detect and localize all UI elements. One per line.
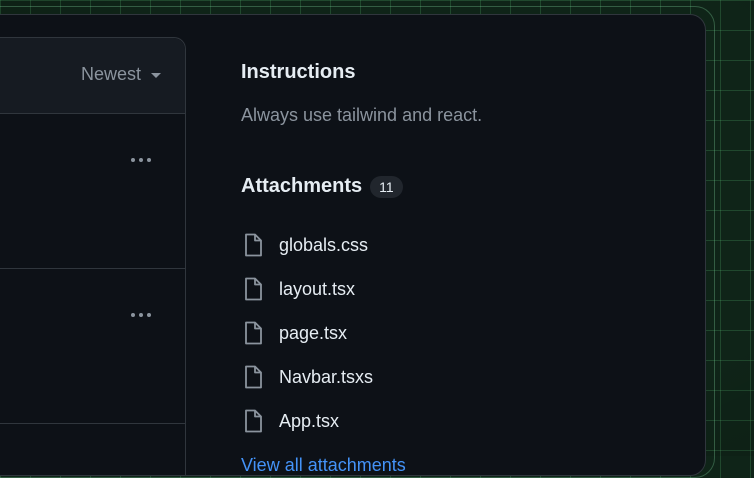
attachment-name: App.tsx — [279, 410, 340, 431]
attachments-header: Attachments 11 — [241, 175, 403, 198]
view-all-attachments-link[interactable]: View all attachments — [241, 455, 406, 475]
file-icon — [241, 321, 265, 345]
file-icon — [241, 277, 265, 301]
more-options-icon[interactable] — [127, 309, 155, 321]
file-icon — [241, 233, 265, 257]
sort-label: Newest — [80, 64, 141, 84]
attachment-item[interactable]: page.tsx — [241, 311, 373, 355]
list-panel: Newest — [0, 37, 186, 475]
instructions-title: Instructions — [241, 61, 356, 83]
attachment-name: page.tsx — [279, 322, 348, 343]
list-item[interactable] — [0, 114, 185, 269]
instructions-text: Always use tailwind and react. — [241, 105, 483, 125]
sort-dropdown[interactable]: Newest — [81, 64, 161, 85]
list-header: Newest — [0, 38, 185, 114]
attachments-title: Attachments — [241, 175, 363, 197]
app-window: Newest Instructions Always use tailwind … — [0, 14, 706, 476]
attachment-item[interactable]: Navbar.tsxs — [241, 355, 373, 399]
list-item[interactable] — [0, 269, 185, 424]
attachment-item[interactable]: globals.css — [241, 223, 373, 267]
attachments-count-badge: 11 — [370, 175, 403, 198]
attachment-name: Navbar.tsxs — [279, 366, 374, 387]
attachment-name: layout.tsx — [279, 278, 356, 299]
more-options-icon[interactable] — [127, 154, 155, 166]
caret-down-icon — [151, 73, 161, 78]
attachments-list: globals.css layout.tsx page.tsx Navbar.t… — [241, 223, 373, 443]
file-icon — [241, 365, 265, 389]
attachment-item[interactable]: layout.tsx — [241, 267, 373, 311]
attachment-name: globals.css — [279, 234, 369, 255]
file-icon — [241, 409, 265, 433]
attachment-item[interactable]: App.tsx — [241, 399, 373, 443]
